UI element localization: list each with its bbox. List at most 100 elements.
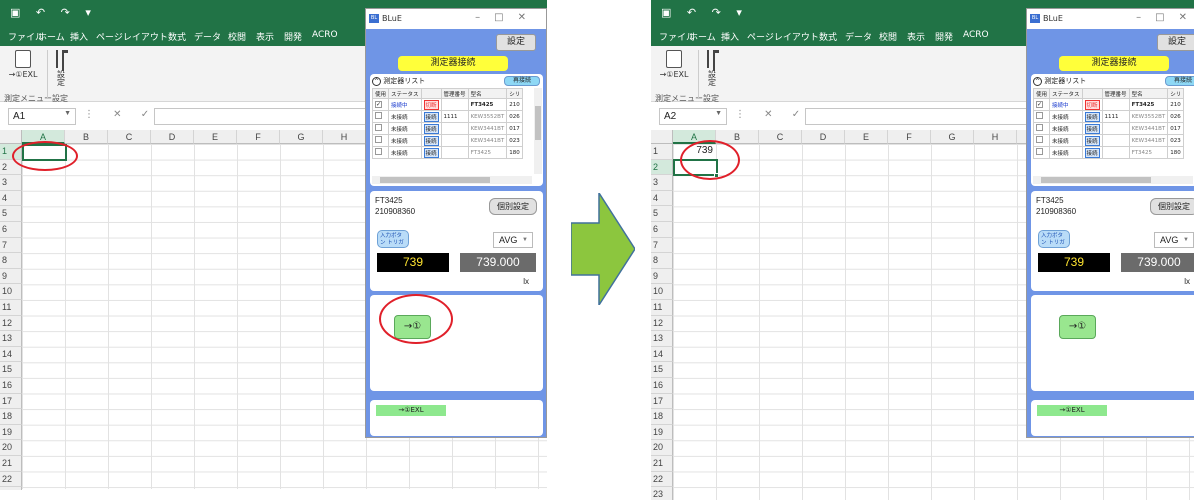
connect-button[interactable]: 接続 — [423, 123, 439, 134]
tab-home[interactable]: ホーム — [38, 30, 65, 43]
use-checkbox[interactable] — [1036, 148, 1043, 155]
column-header-h[interactable]: H — [974, 130, 1017, 144]
table-row[interactable]: 未接続 接続 KEW3441BT 023 — [1032, 134, 1185, 147]
column-header-f[interactable]: F — [888, 130, 931, 144]
row-header-23[interactable]: 23 — [651, 487, 673, 500]
use-checkbox[interactable] — [375, 112, 382, 119]
row-header-9[interactable]: 9 — [0, 268, 22, 285]
ribbon-settings-button[interactable]: 設定 — [52, 50, 70, 88]
row-header-11[interactable]: 11 — [0, 300, 22, 316]
row-header-4[interactable]: 4 — [0, 190, 22, 207]
row-header-3[interactable]: 3 — [0, 175, 22, 191]
table-row[interactable]: 未接続 接続 FT3425 180 — [371, 146, 524, 159]
row-header-12[interactable]: 12 — [0, 315, 22, 332]
row-header-10[interactable]: 10 — [651, 284, 673, 300]
row-header-22[interactable]: 22 — [0, 471, 22, 488]
table-row[interactable]: 未接続 接続 KEW3441BT 017 — [371, 122, 524, 135]
tab-review[interactable]: 校閲 — [228, 30, 246, 43]
device-list-hscrollbar[interactable] — [1033, 176, 1193, 184]
row-header-18[interactable]: 18 — [0, 409, 22, 425]
tab-acro[interactable]: ACRO — [312, 30, 338, 40]
disconnect-button[interactable]: 切断 — [1084, 99, 1100, 110]
tab-page-layout[interactable]: ページレイアウト — [747, 30, 819, 43]
connect-button[interactable]: 接続 — [423, 111, 439, 122]
column-header-c[interactable]: C — [759, 130, 802, 144]
ribbon-settings-button[interactable]: 設定 — [703, 50, 721, 88]
table-row[interactable]: ✓ 接続中 切断 FT3425 210 — [1032, 98, 1185, 111]
connect-button[interactable]: 接続 — [423, 135, 439, 146]
exl-target-tag[interactable]: →①EXL — [1037, 405, 1107, 416]
export-exl-button[interactable]: →①EXL — [8, 50, 38, 79]
input-trigger-button[interactable]: 入力ボタン トリガ — [377, 230, 409, 248]
row-header-18[interactable]: 18 — [651, 409, 673, 425]
table-row[interactable]: 未接続 接続 1111 KEW3552BT 026 — [371, 110, 524, 123]
tab-formulas[interactable]: 数式 — [819, 30, 837, 43]
individual-settings-button[interactable]: 個別設定 — [489, 198, 537, 215]
row-header-13[interactable]: 13 — [0, 331, 22, 347]
name-box[interactable]: A1 ▼ — [8, 108, 76, 125]
reconnect-button[interactable]: 再接続 — [1165, 76, 1194, 86]
disconnect-button[interactable]: 切断 — [423, 99, 439, 110]
connect-button[interactable]: 接続 — [1084, 123, 1100, 134]
column-header-g[interactable]: G — [280, 130, 323, 144]
collapse-icon[interactable]: ^ — [1033, 76, 1042, 86]
quick-access-icons[interactable]: ▣ ↶ ↷ ▾ — [10, 6, 97, 19]
tab-insert[interactable]: 挿入 — [721, 30, 739, 43]
row-header-11[interactable]: 11 — [651, 300, 673, 316]
connect-button[interactable]: 接続 — [1084, 135, 1100, 146]
select-all-corner[interactable] — [651, 130, 673, 144]
table-row[interactable]: 未接続 接続 KEW3441BT 017 — [1032, 122, 1185, 135]
row-header-5[interactable]: 5 — [0, 206, 22, 222]
row-header-1[interactable]: 1 — [651, 144, 673, 160]
table-row[interactable]: 未接続 接続 1111 KEW3552BT 026 — [1032, 110, 1185, 123]
row-header-9[interactable]: 9 — [651, 268, 673, 285]
quick-access-icons[interactable]: ▣ ↶ ↷ ▾ — [661, 6, 748, 19]
use-checkbox[interactable] — [375, 136, 382, 143]
row-header-2[interactable]: 2 — [651, 159, 673, 176]
column-header-g[interactable]: G — [931, 130, 974, 144]
row-header-7[interactable]: 7 — [651, 237, 673, 254]
column-header-c[interactable]: C — [108, 130, 151, 144]
use-checkbox[interactable] — [1036, 112, 1043, 119]
row-header-8[interactable]: 8 — [0, 253, 22, 269]
row-header-8[interactable]: 8 — [651, 253, 673, 269]
row-header-21[interactable]: 21 — [651, 456, 673, 472]
tab-view[interactable]: 表示 — [907, 30, 925, 43]
tab-page-layout[interactable]: ページレイアウト — [96, 30, 168, 43]
collapse-icon[interactable]: ^ — [372, 76, 381, 86]
row-header-19[interactable]: 19 — [0, 424, 22, 441]
use-checkbox[interactable]: ✓ — [1036, 101, 1043, 108]
row-header-14[interactable]: 14 — [0, 346, 22, 363]
select-all-corner[interactable] — [0, 130, 22, 144]
row-header-12[interactable]: 12 — [651, 315, 673, 332]
blue-settings-button[interactable]: 設定 — [496, 34, 536, 51]
tab-data[interactable]: データ — [194, 30, 221, 43]
window-controls[interactable]: –□✕ — [475, 12, 540, 23]
row-header-23[interactable]: 23 — [0, 487, 22, 490]
column-header-e[interactable]: E — [845, 130, 888, 144]
column-header-e[interactable]: E — [194, 130, 237, 144]
use-checkbox[interactable]: ✓ — [375, 101, 382, 108]
tab-insert[interactable]: 挿入 — [70, 30, 88, 43]
row-header-6[interactable]: 6 — [651, 222, 673, 238]
mode-select[interactable]: AVG ▼ — [1154, 232, 1194, 248]
row-header-20[interactable]: 20 — [651, 440, 673, 456]
table-row[interactable]: 未接続 接続 FT3425 180 — [1032, 146, 1185, 159]
row-header-16[interactable]: 16 — [651, 378, 673, 394]
connect-button[interactable]: 接続 — [1084, 147, 1100, 158]
row-header-7[interactable]: 7 — [0, 237, 22, 254]
name-box[interactable]: A2 ▼ — [659, 108, 727, 125]
row-header-6[interactable]: 6 — [0, 222, 22, 238]
row-header-22[interactable]: 22 — [651, 471, 673, 488]
use-checkbox[interactable] — [1036, 124, 1043, 131]
use-checkbox[interactable] — [375, 124, 382, 131]
tab-formulas[interactable]: 数式 — [168, 30, 186, 43]
column-header-b[interactable]: B — [65, 130, 108, 144]
column-header-d[interactable]: D — [802, 130, 845, 144]
row-header-19[interactable]: 19 — [651, 424, 673, 441]
send-to-cell-button[interactable]: →① — [1059, 315, 1096, 339]
row-header-4[interactable]: 4 — [651, 190, 673, 207]
blue-settings-button[interactable]: 設定 — [1157, 34, 1194, 51]
mode-select[interactable]: AVG ▼ — [493, 232, 533, 248]
tab-acro[interactable]: ACRO — [963, 30, 989, 40]
